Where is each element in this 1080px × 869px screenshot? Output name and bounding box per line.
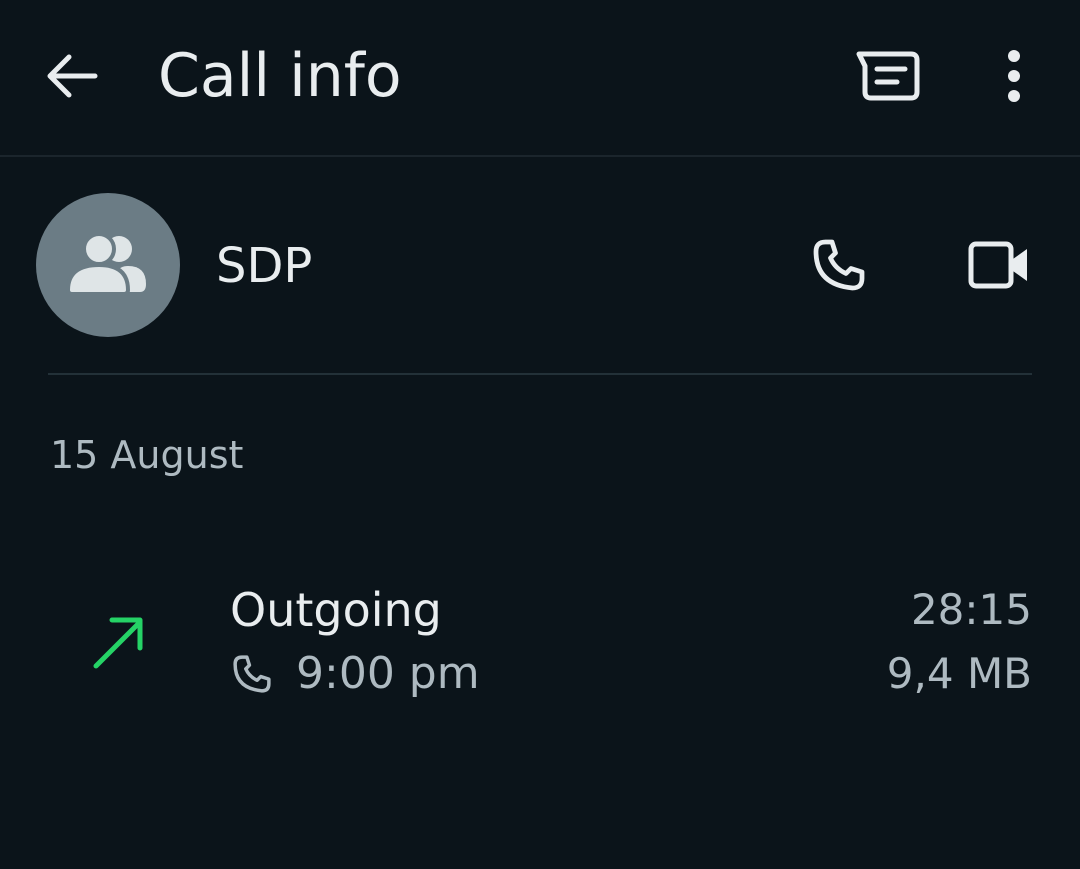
app-bar-divider (0, 155, 1080, 157)
avatar[interactable] (36, 193, 180, 337)
message-button[interactable] (846, 36, 930, 116)
phone-icon (813, 239, 865, 291)
call-detail-row: 9:00 pm (230, 646, 480, 702)
call-duration: 28:15 (910, 585, 1032, 634)
video-call-button[interactable] (956, 222, 1042, 308)
call-time: 9:00 pm (296, 648, 480, 699)
outgoing-arrow-icon (93, 617, 143, 669)
back-button[interactable] (32, 36, 112, 116)
video-camera-icon (968, 241, 1027, 289)
call-date-header: 15 August (50, 433, 244, 477)
call-data-size: 9,4 MB (886, 649, 1032, 698)
more-vertical-icon (1008, 50, 1020, 102)
arrow-back-icon (47, 54, 98, 98)
call-type-label: Outgoing (230, 583, 442, 637)
app-bar: Call info (0, 0, 1080, 155)
call-log-entry[interactable]: Outgoing 9:00 pm 28:15 9,4 MB (0, 570, 1080, 710)
more-options-button[interactable] (978, 36, 1050, 116)
phone-icon (233, 655, 271, 693)
message-icon (856, 51, 920, 101)
contact-name: SDP (216, 238, 313, 294)
group-icon (66, 234, 146, 296)
voice-call-button[interactable] (796, 222, 882, 308)
contact-divider (48, 373, 1032, 375)
page-title: Call info (158, 41, 402, 111)
contact-row[interactable]: SDP (0, 190, 1080, 340)
call-info-screen: Call info SDP 15 August Outgoing 9:00 pm… (0, 0, 1080, 869)
